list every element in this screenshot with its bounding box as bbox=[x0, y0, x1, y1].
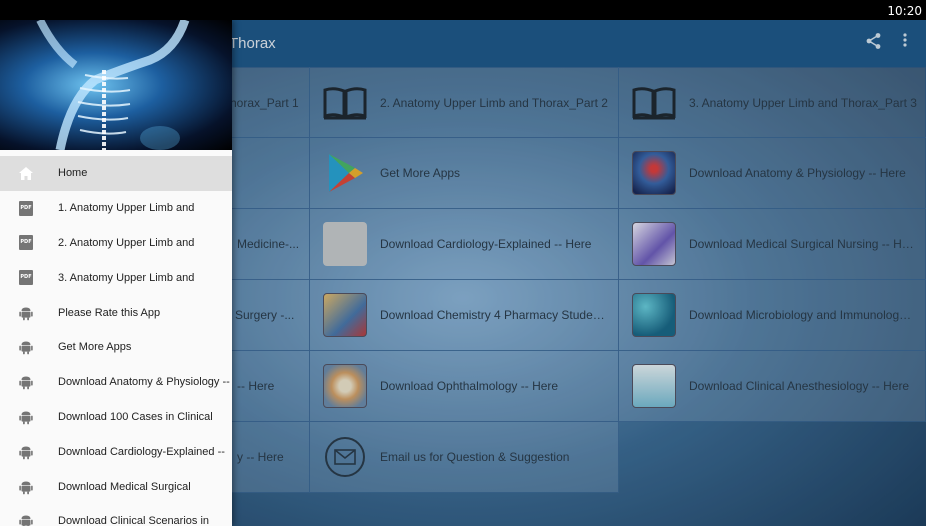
drawer-item-part3[interactable]: PDF 3. Anatomy Upper Limb and bbox=[0, 260, 232, 295]
home-icon bbox=[18, 165, 34, 181]
drawer-item-get-more-apps[interactable]: Get More Apps bbox=[0, 330, 232, 365]
status-time: 10:20 bbox=[887, 4, 922, 18]
android-icon bbox=[18, 479, 34, 495]
pdf-icon: PDF bbox=[18, 270, 34, 286]
android-icon bbox=[18, 444, 34, 460]
drawer-item-label: Download Medical Surgical bbox=[58, 480, 191, 493]
android-icon bbox=[18, 409, 34, 425]
drawer-item-medical-surgical[interactable]: Download Medical Surgical bbox=[0, 469, 232, 504]
drawer-item-part1[interactable]: PDF 1. Anatomy Upper Limb and bbox=[0, 191, 232, 226]
android-icon bbox=[18, 513, 34, 526]
drawer-item-home[interactable]: Home bbox=[0, 156, 232, 191]
status-bar: 10:20 bbox=[0, 0, 926, 20]
pdf-icon: PDF bbox=[18, 200, 34, 216]
drawer-item-label: 1. Anatomy Upper Limb and bbox=[58, 202, 195, 215]
drawer-item-label: Please Rate this App bbox=[58, 306, 161, 319]
drawer-item-100-cases[interactable]: Download 100 Cases in Clinical bbox=[0, 400, 232, 435]
drawer-item-label: 3. Anatomy Upper Limb and bbox=[58, 271, 195, 284]
drawer-item-label: Download Clinical Scenarios in bbox=[58, 515, 210, 526]
drawer-item-label: Download Cardiology-Explained -- bbox=[58, 445, 225, 458]
drawer-item-label: Download 100 Cases in Clinical bbox=[58, 410, 213, 423]
android-icon bbox=[18, 374, 34, 390]
drawer-item-part2[interactable]: PDF 2. Anatomy Upper Limb and bbox=[0, 226, 232, 261]
drawer-menu: Home PDF 1. Anatomy Upper Limb and PDF 2… bbox=[0, 156, 232, 526]
drawer-item-clinical-scenarios[interactable]: Download Clinical Scenarios in bbox=[0, 504, 232, 526]
drawer-item-anatomy-physiology[interactable]: Download Anatomy & Physiology -- bbox=[0, 365, 232, 400]
pdf-icon: PDF bbox=[18, 235, 34, 251]
drawer-item-label: Home bbox=[58, 167, 88, 180]
drawer-item-label: Get More Apps bbox=[58, 341, 132, 354]
drawer-item-label: Download Anatomy & Physiology -- bbox=[58, 376, 230, 389]
drawer-item-rate-app[interactable]: Please Rate this App bbox=[0, 295, 232, 330]
navigation-drawer: Home PDF 1. Anatomy Upper Limb and PDF 2… bbox=[0, 20, 232, 526]
android-icon bbox=[18, 305, 34, 321]
screen: 10:20 Thorax horax_Part 1 2. Anatomy Upp… bbox=[0, 0, 926, 526]
android-icon bbox=[18, 339, 34, 355]
drawer-item-label: 2. Anatomy Upper Limb and bbox=[58, 236, 195, 249]
drawer-item-cardiology[interactable]: Download Cardiology-Explained -- bbox=[0, 434, 232, 469]
drawer-header-image bbox=[0, 20, 232, 150]
